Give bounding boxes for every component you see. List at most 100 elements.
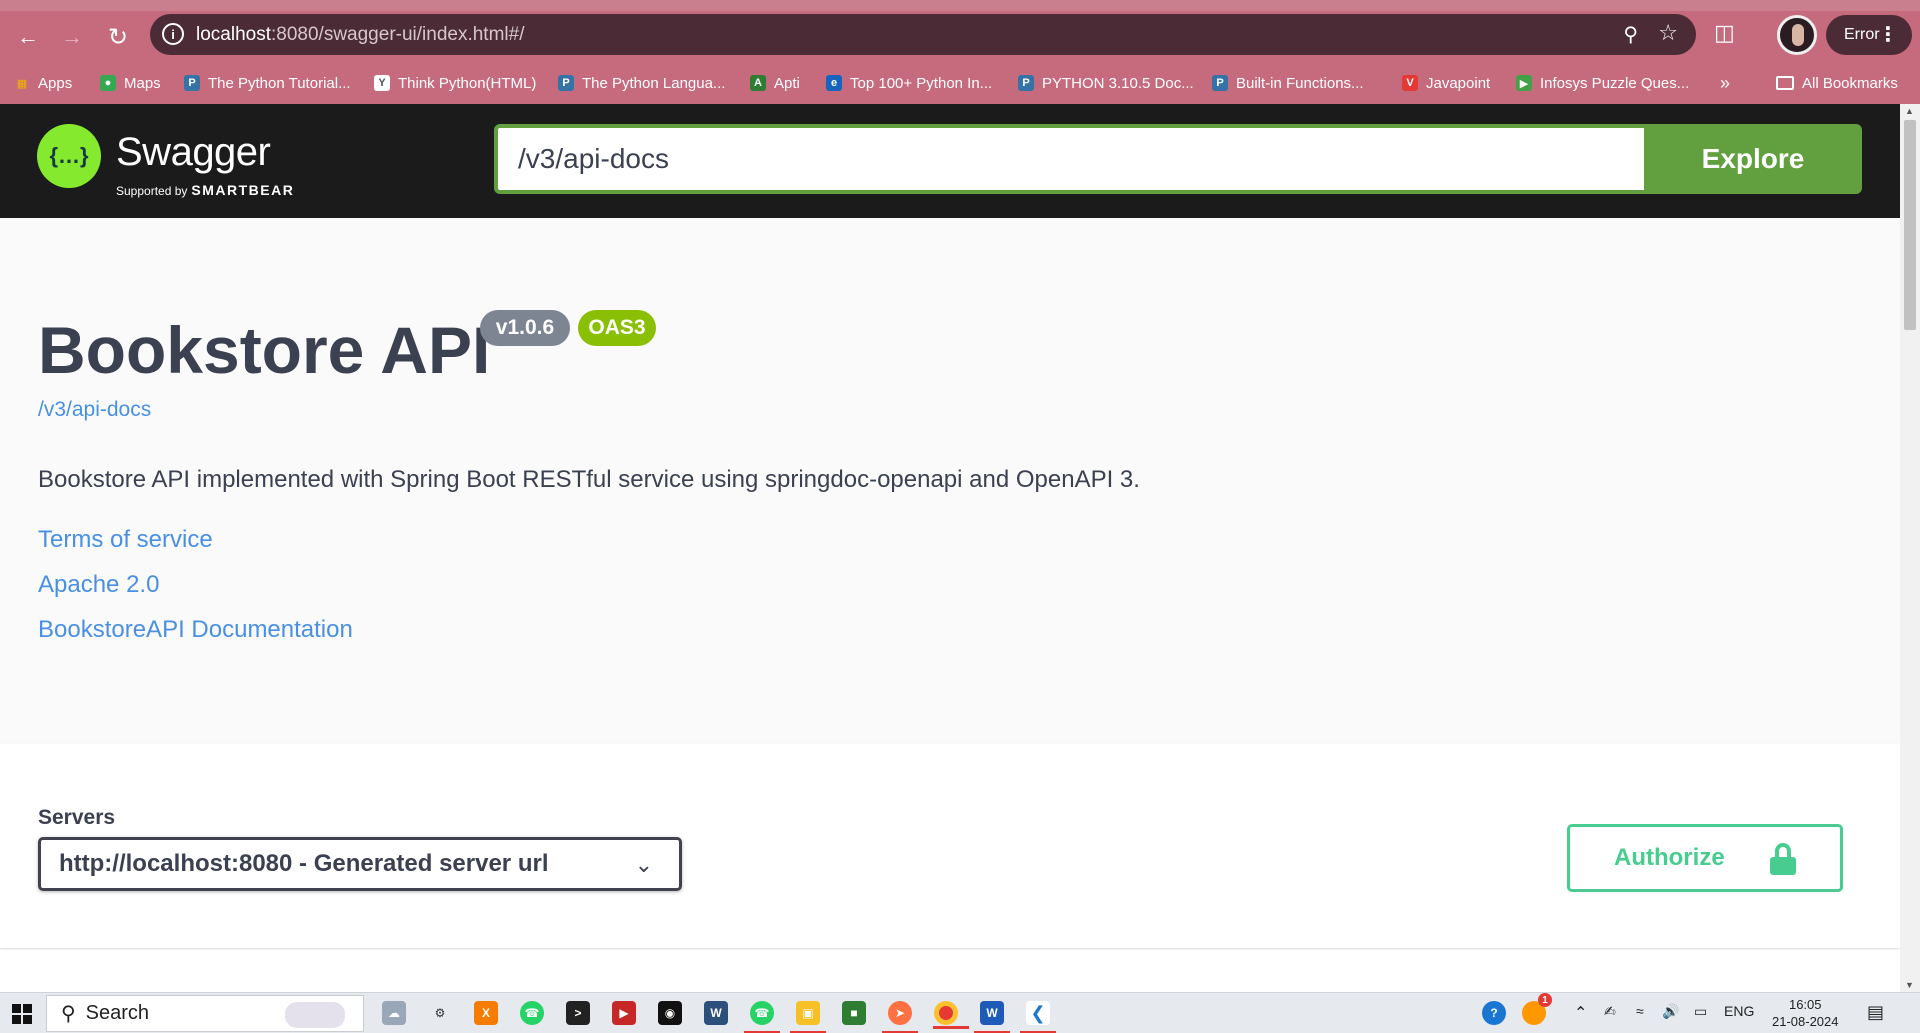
all-bookmarks-button[interactable]: All Bookmarks <box>1776 70 1898 96</box>
battery-icon[interactable]: ▭ <box>1694 1003 1707 1020</box>
file-explorer-icon[interactable]: ▣ <box>790 1001 826 1033</box>
api-info-section: Bookstore API v1.0.6 OAS3 /v3/api-docs B… <box>0 218 1900 744</box>
bookmark-builtin-functions[interactable]: P Built-in Functions... <box>1212 70 1364 96</box>
taskbar-search[interactable]: ⚲ Search <box>46 995 364 1032</box>
spec-url-input[interactable]: /v3/api-docs <box>494 124 1644 194</box>
whatsapp-icon[interactable]: ☎ <box>744 1001 780 1033</box>
weather-widget-icon[interactable]: ☁ <box>382 1001 406 1025</box>
explore-button[interactable]: Explore <box>1644 124 1862 194</box>
bookmark-label: Built-in Functions... <box>1236 74 1364 92</box>
bookmark-javapoint[interactable]: V Javapoint <box>1402 70 1490 96</box>
tab-strip <box>0 0 1920 11</box>
license-link[interactable]: Apache 2.0 <box>38 571 159 599</box>
python-icon: P <box>1018 75 1034 91</box>
servers-label: Servers <box>38 806 116 829</box>
search-highlight-image <box>285 1002 345 1028</box>
all-bookmarks-label: All Bookmarks <box>1802 74 1898 92</box>
zoom-icon[interactable]: ⚲ <box>1623 22 1638 47</box>
swagger-topbar: {…} Swagger Supported by SMARTBEAR /v3/ap… <box>0 104 1900 218</box>
bookmark-label: PYTHON 3.10.5 Doc... <box>1042 74 1194 92</box>
mysql-workbench-icon[interactable]: W <box>704 1001 728 1025</box>
browser-toolbar: ← → ↻ i localhost:8080/swagger-ui/index.… <box>0 11 1920 62</box>
python-icon: P <box>1212 75 1228 91</box>
search-icon: ⚲ <box>61 1003 76 1025</box>
maps-icon: ● <box>100 75 116 91</box>
bookmark-python-docs[interactable]: P PYTHON 3.10.5 Doc... <box>1018 70 1194 96</box>
profile-avatar[interactable] <box>1777 15 1817 55</box>
address-bar[interactable]: i localhost:8080/swagger-ui/index.html#/… <box>150 14 1696 55</box>
spec-url-link[interactable]: /v3/api-docs <box>38 398 151 422</box>
supported-by-text: Supported by <box>116 184 188 198</box>
whatsapp-small-icon[interactable]: ☎ <box>520 1001 544 1025</box>
xampp-icon[interactable]: X <box>474 1001 498 1025</box>
bookmark-label: Apti <box>774 74 800 92</box>
bookmark-think-python[interactable]: Y Think Python(HTML) <box>374 70 536 96</box>
system-clock[interactable]: 16:05 21-08-2024 <box>1772 996 1839 1030</box>
windows-start-icon[interactable] <box>12 1004 32 1024</box>
clock-time: 16:05 <box>1788 997 1822 1012</box>
bookmark-python-language[interactable]: P The Python Langua... <box>558 70 725 96</box>
postman-icon[interactable]: ➤ <box>882 1001 918 1033</box>
version-badge: v1.0.6 <box>480 310 570 346</box>
e-icon: e <box>826 75 842 91</box>
profile-error-label: Error <box>1844 26 1880 43</box>
url-path: :8080/swagger-ui/index.html#/ <box>271 24 525 45</box>
terms-of-service-link[interactable]: Terms of service <box>38 526 213 554</box>
unlock-icon <box>1770 843 1796 875</box>
chevron-up-icon[interactable]: ⌃ <box>1574 1003 1587 1023</box>
wifi-icon[interactable]: ≈ <box>1636 1003 1644 1019</box>
page-scrollbar[interactable]: ▲ ▼ <box>1900 104 1920 992</box>
scroll-thumb[interactable] <box>1904 120 1916 330</box>
api-title: Bookstore API <box>38 313 491 387</box>
bookmark-python-tutorial[interactable]: P The Python Tutorial... <box>184 70 351 96</box>
bookmark-maps[interactable]: ● Maps <box>100 70 161 96</box>
taskbar-search-label: Search <box>85 1002 150 1024</box>
settings-gear-icon[interactable]: ⚙ <box>428 1001 452 1025</box>
vscode-icon[interactable]: ❮ <box>1020 1001 1056 1033</box>
notification-app-icon[interactable]: 1 <box>1522 993 1552 1025</box>
github-icon[interactable]: ◉ <box>658 1001 682 1025</box>
reload-icon[interactable]: ↻ <box>100 19 136 55</box>
swagger-brand: Swagger <box>116 130 271 175</box>
language-indicator[interactable]: ENG <box>1724 1003 1754 1019</box>
url-host: localhost <box>196 24 271 45</box>
chrome-icon[interactable] <box>933 1001 969 1029</box>
bookmarks-bar: ▦ Apps ● Maps P The Python Tutorial... Y Thi… <box>0 62 1920 104</box>
apti-icon: A <box>750 75 766 91</box>
forward-arrow-icon[interactable]: → <box>54 19 90 55</box>
back-arrow-icon[interactable]: ← <box>10 19 46 55</box>
bookmark-apps[interactable]: ▦ Apps <box>14 70 72 96</box>
bookmark-infosys[interactable]: ▶ Infosys Puzzle Ques... <box>1516 70 1689 96</box>
scroll-up-icon[interactable]: ▲ <box>1905 106 1914 116</box>
media-app-icon[interactable]: ▶ <box>612 1001 636 1025</box>
authorize-button[interactable]: Authorize <box>1567 824 1843 892</box>
help-icon[interactable]: ? <box>1482 1001 1506 1025</box>
external-docs-link[interactable]: BookstoreAPI Documentation <box>38 616 353 644</box>
more-bookmarks-button[interactable]: » <box>1720 70 1730 96</box>
bookmark-star-icon[interactable]: ☆ <box>1658 20 1678 46</box>
notification-center-icon[interactable]: ▤ <box>1867 1002 1884 1023</box>
oas-badge: OAS3 <box>578 310 656 346</box>
server-select[interactable]: http://localhost:8080 - Generated server… <box>38 837 682 891</box>
site-info-icon[interactable]: i <box>162 23 184 45</box>
speaker-icon[interactable]: 🔊 <box>1662 1003 1679 1020</box>
chevron-down-icon: ⌄ <box>634 852 653 877</box>
smartbear-text: SMARTBEAR <box>191 182 295 198</box>
notification-badge: 1 <box>1538 993 1552 1007</box>
classroom-icon[interactable]: ■ <box>842 1001 866 1025</box>
menu-kebab-icon[interactable]: ⋮ <box>1878 22 1898 47</box>
bookmark-apti[interactable]: A Apti <box>750 70 800 96</box>
profile-error-button[interactable]: Error ⋮ <box>1826 15 1912 55</box>
scroll-down-icon[interactable]: ▼ <box>1905 980 1914 990</box>
address-url[interactable]: localhost:8080/swagger-ui/index.html#/ <box>196 24 524 46</box>
terminal-icon[interactable]: > <box>566 1001 590 1025</box>
swagger-logo-icon[interactable]: {…} <box>37 124 101 188</box>
bookmark-top-100[interactable]: e Top 100+ Python In... <box>826 70 992 96</box>
servers-section: Servers http://localhost:8080 - Generate… <box>0 744 1900 948</box>
bookmark-label: Maps <box>124 74 161 92</box>
bookmark-label: Infosys Puzzle Ques... <box>1540 74 1690 92</box>
infosys-icon: ▶ <box>1516 75 1532 91</box>
word-icon[interactable]: W <box>974 1001 1010 1033</box>
pen-tray-icon[interactable]: ✍ <box>1604 1003 1616 1020</box>
extensions-icon[interactable]: ◫ <box>1714 20 1735 46</box>
